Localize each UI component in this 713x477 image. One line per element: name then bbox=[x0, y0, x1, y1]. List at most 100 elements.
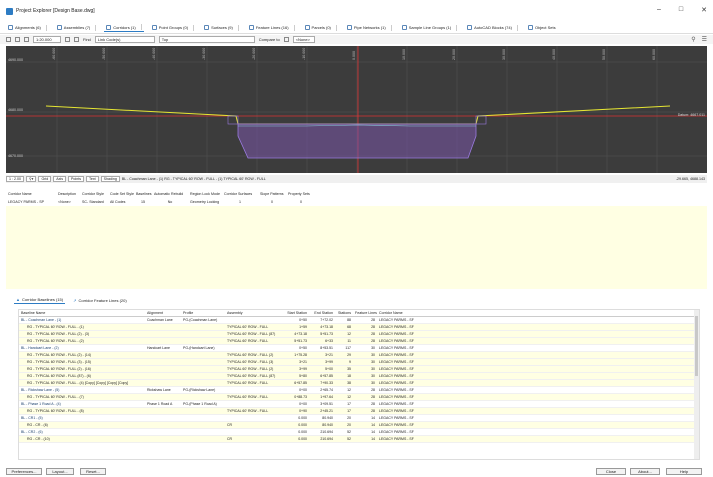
zoom-extents-icon[interactable] bbox=[6, 37, 11, 42]
table-row[interactable]: RG - TYPICAL 60' ROW - FULL (87) - (6) TY… bbox=[19, 373, 699, 380]
pan-icon[interactable] bbox=[15, 37, 20, 42]
tab-sample-line-groups[interactable]: Sample Line Groups (1) bbox=[400, 24, 459, 32]
table-scrollbar[interactable] bbox=[694, 310, 699, 459]
close-button[interactable]: Close bbox=[596, 468, 626, 475]
col-corridor-name[interactable]: Corridor Name bbox=[6, 192, 56, 196]
table-row[interactable]: BL - Phase 1 Road A - (4) Phase 1 Road A P… bbox=[19, 401, 699, 408]
elevation-label-top: 4690.000 bbox=[8, 58, 23, 62]
corridor-row[interactable]: LEGACY PARMS - SP <None> SC- Standard Al… bbox=[6, 198, 707, 205]
col-description[interactable]: Description bbox=[56, 192, 80, 196]
table-cell: 14 bbox=[371, 423, 375, 427]
table-row[interactable]: RG - CR - (10) CR 0.000 210.694 52 14 LEGACY P… bbox=[19, 436, 699, 443]
axis-toggle[interactable]: Axis bbox=[53, 176, 67, 182]
object-type-tabs: Alignments (6) Assemblies (7) Corridors … bbox=[0, 22, 713, 34]
reset-button[interactable]: Reset... bbox=[80, 468, 106, 475]
table-cell: 30 bbox=[371, 374, 375, 378]
table-row[interactable]: BL - Coachman Lane - (1) Coachman Lane PG-… bbox=[19, 317, 699, 324]
baseline-table: Baseline Name Alignment Profile Assembly… bbox=[18, 309, 700, 460]
table-row[interactable]: RG - TYPICAL 60' ROW - FULL - (8) TYPICAL… bbox=[19, 408, 699, 415]
scrollbar-thumb[interactable] bbox=[695, 316, 698, 376]
col-slope-patterns[interactable]: Slope Patterns bbox=[258, 192, 286, 196]
table-cell: LEGACY PARMS - SF bbox=[379, 353, 414, 357]
shading-toggle[interactable]: Shading bbox=[100, 176, 120, 182]
tab-point-groups[interactable]: Point Groups (0) bbox=[150, 24, 196, 32]
table-cell: 5+51.73 bbox=[294, 339, 307, 343]
text-toggle[interactable]: Text bbox=[86, 176, 99, 182]
table-cell: Phase 1 Road A bbox=[147, 402, 173, 406]
table-cell: 3+21 bbox=[299, 360, 307, 364]
table-row[interactable]: BL - Rickshaw Lane - (5) Rickshaw Lane PG-… bbox=[19, 387, 699, 394]
tab-alignments[interactable]: Alignments (6) bbox=[6, 24, 49, 32]
table-row[interactable]: RG - CR - (6) CR 0.000 80.940 20 14 LEGACY PAR… bbox=[19, 422, 699, 429]
offset-label: 10.000 bbox=[402, 49, 406, 60]
grid-toggle[interactable]: Grid bbox=[38, 176, 52, 182]
col-start-station[interactable]: Start Station bbox=[283, 311, 309, 315]
zoom-ratio[interactable]: 1 : 2.00 bbox=[6, 176, 24, 182]
table-row[interactable]: RG - TYPICAL 60' ROW - FULL - (7) TYPICAL… bbox=[19, 394, 699, 401]
col-corridor-name[interactable]: Corridor Name bbox=[377, 311, 447, 315]
col-feature-lines[interactable]: Feature Lines bbox=[353, 311, 377, 315]
col-baseline-name[interactable]: Baseline Name bbox=[19, 311, 145, 315]
maximize-button[interactable]: □ bbox=[679, 6, 683, 14]
scale-select[interactable]: 1:20.000 bbox=[33, 36, 61, 43]
tab-corridors[interactable]: Corridors (1) bbox=[104, 23, 144, 32]
table-cell: 3+99 bbox=[325, 360, 333, 364]
minimize-button[interactable]: – bbox=[657, 6, 661, 14]
compare-select[interactable]: <None> bbox=[292, 36, 315, 43]
table-row[interactable]: RG - TYPICAL 60' ROW - FULL - (1) TYPICAL… bbox=[19, 324, 699, 331]
col-region-lock-mode[interactable]: Region Lock Mode bbox=[188, 192, 222, 196]
table-cell: 30 bbox=[371, 367, 375, 371]
table-cell: BL - Phase 1 Road A - (4) bbox=[21, 402, 61, 406]
tab-surfaces[interactable]: Surfaces (9) bbox=[202, 24, 241, 32]
tab-pipe-networks[interactable]: Pipe Networks (1) bbox=[345, 24, 394, 32]
table-row[interactable]: RG - TYPICAL 60' ROW - FULL (3) - (15) TY… bbox=[19, 359, 699, 366]
col-baselines[interactable]: Baselines bbox=[134, 192, 152, 196]
layout-button[interactable]: Layout... bbox=[46, 468, 74, 475]
close-window-button[interactable]: ✕ bbox=[701, 6, 707, 14]
zoom-icon[interactable] bbox=[24, 37, 29, 42]
col-code-set-style[interactable]: Code Set Style bbox=[108, 192, 134, 196]
offset-label: 50.000 bbox=[602, 49, 606, 60]
previous-icon[interactable] bbox=[65, 37, 70, 42]
table-cell: CR bbox=[227, 423, 233, 427]
table-row[interactable]: RG - TYPICAL 60' ROW - FULL (2) - (14) TY… bbox=[19, 352, 699, 359]
tab-autocad-blocks[interactable]: AutoCAD Blocks (74) bbox=[465, 24, 520, 32]
table-cell: LEGACY PARMS - SF bbox=[379, 388, 414, 392]
preferences-button[interactable]: Preferences... bbox=[6, 468, 42, 475]
table-row[interactable]: BL - Handcart Lane - (2) Handcart Lane PG-… bbox=[19, 345, 699, 352]
about-button[interactable]: About... bbox=[630, 468, 660, 475]
cell-property-sets: 0 bbox=[300, 199, 302, 204]
col-profile[interactable]: Profile bbox=[181, 311, 225, 315]
search-icon[interactable]: ⚲ bbox=[691, 36, 695, 43]
tab-corridor-feature-lines[interactable]: ↗ Corridor Feature Lines (20) bbox=[71, 297, 129, 304]
tab-corridor-baselines[interactable]: ▲ Corridor Baselines (15) bbox=[14, 296, 66, 304]
table-cell: 20 bbox=[347, 423, 351, 427]
view-select[interactable]: Top bbox=[158, 36, 255, 43]
col-assembly[interactable]: Assembly bbox=[225, 311, 283, 315]
table-row[interactable]: RG - TYPICAL 60' ROW - FULL - (2) TYPICAL… bbox=[19, 338, 699, 345]
section-viewport[interactable]: -60.000 -50.000 -40.000 -30.000 -20.000 -10.0… bbox=[6, 46, 707, 173]
zoom-menu-button[interactable]: ⚲▾ bbox=[26, 176, 37, 182]
table-row[interactable]: RG - TYPICAL 60' ROW - FULL (2) - (16) TY… bbox=[19, 366, 699, 373]
col-alignment[interactable]: Alignment bbox=[145, 311, 181, 315]
table-row[interactable]: RG - TYPICAL 60' ROW - FULL - (4) [Copy]… bbox=[19, 380, 699, 387]
tab-feature-lines[interactable]: Feature Lines (16) bbox=[247, 24, 297, 32]
help-button[interactable]: Help bbox=[666, 468, 702, 475]
find-select[interactable]: Link Code(s) bbox=[94, 36, 155, 43]
tab-assemblies[interactable]: Assemblies (7) bbox=[55, 24, 98, 32]
col-stations[interactable]: Stations bbox=[335, 311, 353, 315]
col-corridor-style[interactable]: Corridor Style bbox=[80, 192, 108, 196]
table-row[interactable]: RG - TYPICAL 60' ROW - FULL (2) - (3) TYP… bbox=[19, 331, 699, 338]
col-corridor-surfaces[interactable]: Corridor Surfaces bbox=[222, 192, 258, 196]
table-row[interactable]: BL - CR2 - (6) 0.000 210.694 52 14 LEGACY PAR… bbox=[19, 429, 699, 436]
tab-parcels[interactable]: Parcels (0) bbox=[303, 24, 339, 32]
settings-icon[interactable]: ☰ bbox=[702, 36, 707, 43]
tab-object-sets[interactable]: Object Sets bbox=[526, 24, 558, 31]
table-row[interactable]: BL - CR1 - (5) 0.000 80.940 20 14 LEGACY PARM… bbox=[19, 415, 699, 422]
col-end-station[interactable]: End Station bbox=[309, 311, 335, 315]
points-toggle[interactable]: Points bbox=[68, 176, 85, 182]
col-automatic-rebuild[interactable]: Automatic Rebuild bbox=[152, 192, 188, 196]
next-icon[interactable] bbox=[74, 37, 79, 42]
col-property-sets[interactable]: Property Sets bbox=[286, 192, 316, 196]
alignment-icon bbox=[8, 25, 13, 30]
